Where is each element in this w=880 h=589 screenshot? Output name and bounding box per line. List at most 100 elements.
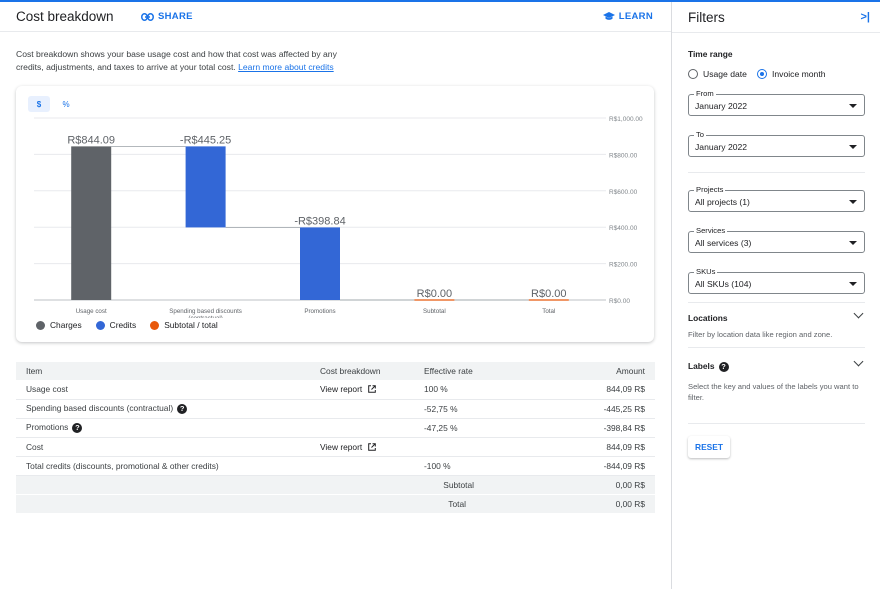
reset-button[interactable]: RESET [688, 436, 730, 458]
legend-credits-label: Credits [109, 320, 137, 330]
col-breakdown: Cost breakdown [310, 362, 414, 380]
page-title: Cost breakdown [16, 9, 114, 24]
projects-select[interactable]: Projects All projects (1) [688, 185, 865, 212]
row-item: Cost [16, 437, 310, 457]
bar-charges [71, 146, 112, 300]
learn-button[interactable]: LEARN [602, 11, 653, 22]
expand-labels-icon[interactable] [853, 356, 864, 367]
locations-label[interactable]: Locations [688, 313, 728, 323]
y-tick-label: R$0.00 [609, 298, 630, 305]
y-tick-label: R$800.00 [609, 152, 638, 159]
x-tick-label: Promotions [304, 308, 335, 315]
services-value: All services (3) [695, 238, 752, 248]
open-in-new-icon [368, 442, 377, 451]
data-label: R$844.09 [67, 134, 115, 146]
legend-credits: Credits [95, 320, 137, 330]
locations-help: Filter by location data like region and … [688, 330, 833, 339]
total-label: Total [414, 494, 504, 514]
table-row: Total credits (discounts, promotional & … [16, 456, 655, 476]
dropdown-arrow-icon [849, 241, 857, 245]
learn-more-credits-link[interactable]: Learn more about credits [238, 62, 334, 72]
labels-help: Select the key and values of the labels … [688, 382, 859, 402]
row-item: Spending based discounts (contractual) [26, 403, 174, 414]
total-row: Total 0,00 R$ [16, 494, 655, 514]
table-row: Promotions? -47,25 % -398,84 R$ [16, 418, 655, 438]
legend-subtotal: Subtotal / total [150, 320, 218, 330]
from-select[interactable]: From January 2022 [688, 89, 865, 116]
cost-table: Item Cost breakdown Effective rate Amoun… [16, 362, 655, 514]
x-tick-label: Usage cost [76, 308, 107, 315]
x-tick-label: (contractual) [188, 315, 222, 318]
help-icon[interactable]: ? [177, 403, 188, 414]
bar-credits [185, 146, 226, 228]
skus-value: All SKUs (104) [695, 279, 752, 289]
share-button[interactable]: SHARE [141, 11, 193, 22]
expand-locations-icon[interactable] [853, 308, 864, 319]
credits-swatch [95, 320, 105, 330]
to-value: January 2022 [695, 142, 748, 152]
services-select[interactable]: Services All services (3) [688, 226, 865, 253]
col-item: Item [16, 362, 310, 380]
col-amount: Amount [504, 362, 655, 380]
divider [688, 172, 865, 173]
view-report-label: View report [320, 441, 363, 452]
divider [672, 32, 880, 33]
collapse-panel-icon[interactable]: >| [860, 11, 870, 23]
row-amount: -844,09 R$ [504, 456, 655, 476]
table-row: Usage cost View report 100 % 844,09 R$ [16, 380, 655, 400]
waterfall-chart: R$0.00 R$200.00 R$400.00 R$600.00 R$800.00 R$… [34, 116, 643, 318]
main-panel: Cost breakdown SHARE LEARN Cost breakdow… [0, 2, 671, 589]
view-report-link[interactable]: View report [320, 384, 377, 395]
x-tick-label: Spending based discounts [169, 308, 242, 315]
charges-swatch [36, 320, 45, 330]
subtotal-swatch [150, 320, 160, 330]
row-amount: 844,09 R$ [504, 380, 655, 400]
legend-charges-label: Charges [50, 320, 82, 330]
time-range-label: Time range [688, 49, 733, 59]
y-tick-label: R$1,000.00 [609, 116, 643, 123]
y-tick-label: R$400.00 [609, 225, 638, 232]
usage-date-label: Usage date [703, 69, 747, 79]
dropdown-arrow-icon [849, 200, 857, 204]
dropdown-arrow-icon [849, 282, 857, 286]
view-report-label: View report [320, 384, 363, 395]
radio-checked-icon [757, 69, 767, 79]
learn-label: LEARN [618, 11, 653, 22]
school-icon [602, 12, 615, 20]
table-header-row: Item Cost breakdown Effective rate Amoun… [16, 362, 655, 380]
invoice-month-radio[interactable]: Invoice month [757, 69, 826, 79]
divider [688, 423, 865, 424]
row-amount: 844,09 R$ [504, 437, 655, 457]
description: Cost breakdown shows your base usage cos… [16, 48, 356, 74]
help-icon[interactable]: ? [72, 422, 83, 433]
row-item: Usage cost [16, 380, 310, 400]
data-label: -R$445.25 [180, 134, 231, 146]
skus-select[interactable]: SKUs All SKUs (104) [688, 267, 865, 294]
row-rate [414, 437, 504, 457]
to-select[interactable]: To January 2022 [688, 130, 865, 157]
usage-date-radio[interactable]: Usage date [688, 69, 747, 79]
data-label: R$0.00 [531, 288, 566, 300]
chart-card: $ % R$0.00 R$200.00 R$400.00 R$600.00 R$800.… [16, 86, 654, 342]
view-report-link[interactable]: View report [320, 441, 377, 452]
link-icon [141, 12, 154, 21]
page-header: Cost breakdown SHARE LEARN [0, 2, 671, 32]
table-row: Cost View report 844,09 R$ [16, 437, 655, 457]
help-icon[interactable]: ? [718, 361, 729, 372]
row-item: Promotions [26, 422, 69, 433]
row-amount: -445,25 R$ [504, 399, 655, 419]
share-label: SHARE [158, 11, 193, 22]
dropdown-arrow-icon [849, 104, 857, 108]
x-tick-label: Subtotal [423, 308, 446, 315]
row-rate: -52,75 % [414, 399, 504, 419]
subtotal-amount: 0,00 R$ [504, 475, 655, 495]
data-label: R$0.00 [417, 288, 452, 300]
row-item: Total credits (discounts, promotional & … [16, 456, 310, 476]
open-in-new-icon [368, 385, 377, 394]
filters-panel: Filters >| Time range Usage date Invoice… [671, 2, 880, 589]
labels-label[interactable]: Labels? [688, 361, 729, 372]
legend-charges: Charges [36, 320, 82, 330]
divider [688, 302, 865, 303]
to-label: To [694, 130, 707, 139]
projects-value: All projects (1) [695, 197, 750, 207]
